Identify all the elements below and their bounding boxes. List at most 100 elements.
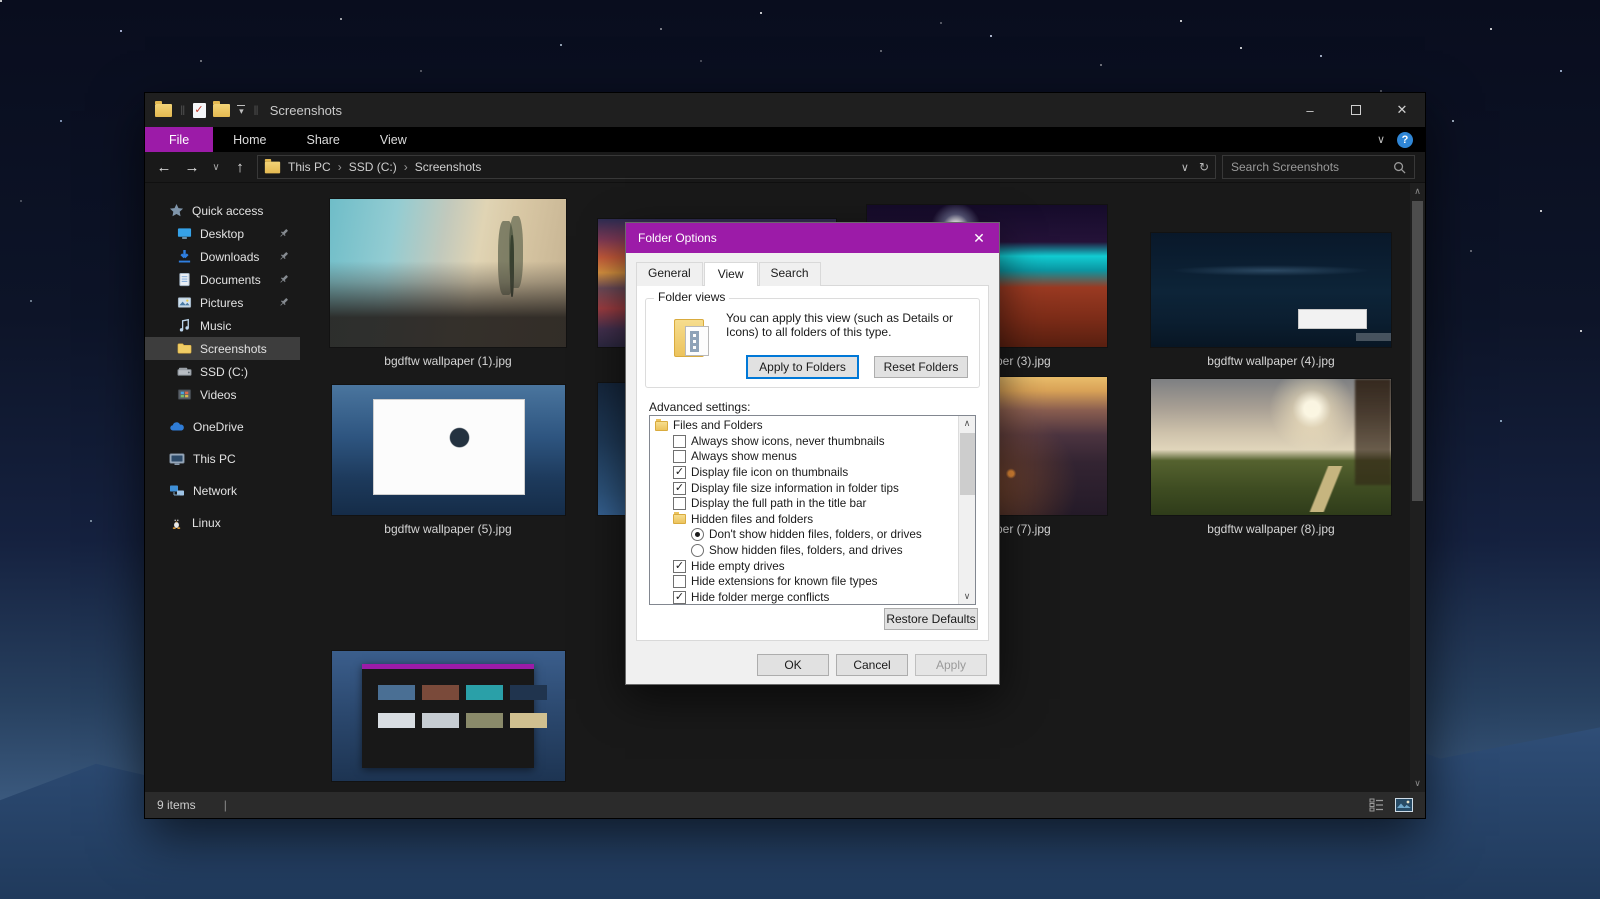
file-thumbnail[interactable] [1151,233,1391,347]
file-thumbnail[interactable] [331,651,565,781]
ribbon-tab-bar: File Home Share View ∨ ? [145,127,1425,152]
list-scrollbar[interactable]: ∧ ∨ [958,416,975,604]
sidebar-item-pictures[interactable]: Pictures [145,291,300,314]
search-input[interactable] [1231,160,1393,174]
advanced-setting-label: Show hidden files, folders, and drives [709,544,903,558]
sidebar-item-screenshots[interactable]: Screenshots [145,337,300,360]
large-icons-view-icon[interactable] [1395,798,1413,812]
advanced-setting-row[interactable]: ✓ Display file icon on thumbnails [650,465,958,481]
file-item[interactable]: bgdftw wallpaper (4).jpg [1148,193,1394,369]
scrollbar-thumb[interactable] [1412,201,1423,501]
breadcrumb-this-pc[interactable]: This PC [288,160,331,174]
sidebar-item-network[interactable]: Network [145,479,300,502]
tab-view[interactable]: View [703,262,758,286]
sidebar-item-label: Videos [200,387,237,402]
checkbox-checked[interactable]: ✓ [673,590,686,604]
scroll-up-icon[interactable]: ∧ [959,418,975,429]
file-item[interactable]: bgdftw wallpaper (1).jpg [326,193,570,369]
tab-share[interactable]: Share [287,127,360,152]
checkbox-unchecked[interactable] [673,575,686,589]
sidebar-item-label: SSD (C:) [200,364,248,379]
advanced-setting-row[interactable]: Hide extensions for known file types [650,574,958,590]
advanced-setting-row[interactable]: ✓ Hide folder merge conflicts [650,590,958,604]
sidebar-item-onedrive[interactable]: OneDrive [145,415,300,438]
new-folder-icon[interactable] [213,100,231,117]
help-icon[interactable]: ? [1397,131,1413,148]
advanced-setting-row[interactable]: Always show menus [650,449,958,465]
restore-defaults-button[interactable]: Restore Defaults [884,608,978,630]
radio-unselected[interactable] [691,544,704,558]
advanced-setting-row[interactable]: Show hidden files, folders, and drives [650,543,958,559]
advanced-setting-row[interactable]: ✓ Hide empty drives [650,558,958,574]
sidebar-item-desktop[interactable]: Desktop [145,222,300,245]
sidebar-item-quick-access[interactable]: Quick access [145,199,300,222]
close-button[interactable]: ✕ [1379,93,1425,127]
checkbox-checked[interactable]: ✓ [673,466,686,480]
sidebar-item-linux[interactable]: Linux [145,511,300,534]
separator: ‖ [253,102,259,118]
scroll-up-icon[interactable]: ∧ [1410,186,1425,197]
scroll-down-icon[interactable]: ∨ [1410,778,1425,789]
tab-view[interactable]: View [360,127,427,152]
apply-to-folders-button[interactable]: Apply to Folders [746,355,859,379]
breadcrumb-screenshots[interactable]: Screenshots [415,160,482,174]
checkbox-checked[interactable]: ✓ [673,559,686,573]
sidebar-item-label: Pictures [200,295,244,310]
checkbox-unchecked[interactable] [673,497,686,511]
radio-selected[interactable] [691,528,704,542]
tab-file[interactable]: File [145,127,214,152]
refresh-icon[interactable]: ↻ [1199,160,1209,174]
checkbox-unchecked[interactable] [673,450,686,464]
file-item[interactable] [326,651,570,792]
advanced-setting-row[interactable]: Display the full path in the title bar [650,496,958,512]
folder-views-group: Folder views You can apply this view (su… [645,290,980,388]
tab-general[interactable]: General [636,262,703,286]
checkbox-checked[interactable]: ✓ [673,481,686,495]
minimize-button[interactable]: – [1287,93,1333,127]
up-button[interactable]: ↑ [229,159,251,176]
file-thumbnail[interactable] [1151,379,1391,515]
forward-button[interactable]: → [181,159,203,176]
customize-toolbar-icon[interactable]: ▾ [237,104,246,116]
advanced-setting-row[interactable]: Hidden files and folders [650,512,958,528]
advanced-settings-list[interactable]: Files and Folders Always show icons, neve… [649,415,976,605]
search-box[interactable] [1222,155,1415,179]
properties-icon[interactable] [193,102,207,118]
ok-button[interactable]: OK [757,654,829,676]
details-view-icon[interactable] [1369,798,1385,812]
file-thumbnail[interactable] [331,385,565,515]
file-thumbnail[interactable] [330,199,566,347]
advanced-setting-row[interactable]: Don't show hidden files, folders, or dri… [650,527,958,543]
file-item[interactable]: bgdftw wallpaper (8).jpg [1148,375,1394,537]
sidebar-item-downloads[interactable]: Downloads [145,245,300,268]
advanced-setting-row[interactable]: Always show icons, never thumbnails [650,434,958,450]
address-bar[interactable]: This PC › SSD (C:) › Screenshots ∨ ↻ [257,155,1216,179]
checkbox-unchecked[interactable] [673,434,686,448]
advanced-setting-row[interactable]: ✓ Display file size information in folder… [650,480,958,496]
advanced-setting-label: Always show menus [691,450,797,464]
tab-home[interactable]: Home [213,127,286,152]
address-dropdown-icon[interactable]: ∨ [1181,161,1189,174]
cancel-button[interactable]: Cancel [836,654,908,676]
maximize-button[interactable] [1333,93,1379,127]
sidebar-item-ssd-c[interactable]: SSD (C:) [145,360,300,383]
sidebar-item-documents[interactable]: Documents [145,268,300,291]
advanced-setting-row[interactable]: Files and Folders [650,418,958,434]
network-icon [170,485,184,495]
tab-search[interactable]: Search [758,262,821,286]
recent-locations-icon[interactable]: ∨ [209,162,223,173]
scrollbar-thumb[interactable] [960,433,975,495]
reset-folders-button[interactable]: Reset Folders [874,356,968,378]
apply-button[interactable]: Apply [915,654,987,676]
scroll-down-icon[interactable]: ∨ [959,591,975,602]
content-scrollbar[interactable]: ∧ ∨ [1410,183,1425,792]
dialog-tabs: General View Search [626,253,999,286]
back-button[interactable]: ← [153,159,175,176]
expand-ribbon-icon[interactable]: ∨ [1377,133,1385,146]
sidebar-item-this-pc[interactable]: This PC [145,447,300,470]
sidebar-item-videos[interactable]: Videos [145,383,300,406]
file-item[interactable]: bgdftw wallpaper (5).jpg [326,375,570,537]
sidebar-item-music[interactable]: Music [145,314,300,337]
dialog-close-icon[interactable]: ✕ [959,223,999,253]
breadcrumb-ssd-c[interactable]: SSD (C:) [349,160,397,174]
